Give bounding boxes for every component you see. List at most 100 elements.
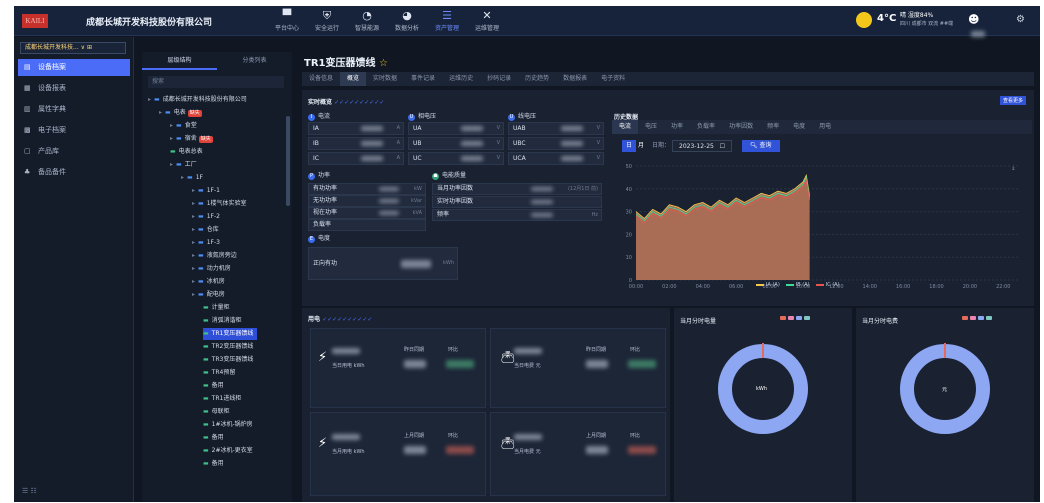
history-tab-4[interactable]: 功率因数 <box>722 120 760 134</box>
tree-node[interactable]: ▸ ▬ 配电房 <box>192 289 225 301</box>
day-button[interactable]: 日 <box>622 140 637 152</box>
tree-node[interactable]: ▸ ▬ 电表 缺失 <box>159 107 202 119</box>
legend-item[interactable]: IA (A) <box>756 282 780 288</box>
tree-node[interactable]: ▬ 备用 <box>203 432 224 444</box>
tree-node[interactable]: ▸ ▬ 1F-3 <box>192 237 220 249</box>
device-icon: ▬ <box>203 395 209 402</box>
history-tab-3[interactable]: 负载率 <box>690 120 722 134</box>
legend-item[interactable]: IC (A) <box>815 282 840 288</box>
caret-icon[interactable]: ▸ <box>192 187 195 194</box>
caret-icon[interactable]: ▸ <box>170 122 173 129</box>
nav-pie[interactable]: ◕ 数据分析 <box>390 9 424 32</box>
collapse-icon[interactable]: ☰ ☷ <box>22 487 37 495</box>
caret-icon[interactable]: ▸ <box>192 239 195 246</box>
tree-node[interactable]: ▸ ▬ 液氮房旁边 <box>192 250 237 262</box>
tree-node[interactable]: ▬ 1#冰机-锅炉房 <box>203 419 253 431</box>
caret-icon[interactable]: ▸ <box>170 135 173 142</box>
nav-shield[interactable]: ⛨ 安全运行 <box>310 9 344 32</box>
tab-main-3[interactable]: 事件记录 <box>404 72 442 86</box>
tab-main-7[interactable]: 数据报表 <box>556 72 594 86</box>
caret-icon[interactable]: ▸ <box>192 291 195 298</box>
spare-parts-icon: ♣ <box>24 168 31 176</box>
caret-icon[interactable]: ▸ <box>181 174 184 181</box>
view-more-link[interactable]: 查看更多 <box>1000 96 1027 105</box>
folder-icon: ▬ <box>198 252 204 259</box>
sidebar-item-spare-parts[interactable]: ♣ 备品备件 <box>18 164 130 181</box>
ratio-label-4: 环比 <box>630 433 641 439</box>
nav-database[interactable]: ☰ 资产管理 <box>430 9 464 32</box>
caret-icon[interactable]: ▸ <box>192 200 195 207</box>
sidebar-item-device-report[interactable]: ▦ 设备报表 <box>18 80 130 97</box>
sidebar-item-e-archive[interactable]: ▩ 电子档案 <box>18 122 130 139</box>
settings-icon[interactable]: ⚙ <box>1016 14 1025 25</box>
tree-node[interactable]: ▬ 计量柜 <box>203 302 230 314</box>
caret-icon[interactable]: ▸ <box>192 265 195 272</box>
tree-scrollbar[interactable] <box>286 116 290 206</box>
history-tab-2[interactable]: 功率 <box>664 120 690 134</box>
caret-icon[interactable]: ▸ <box>192 213 195 220</box>
tree-node[interactable]: ▸ ▬ 1F-1 <box>192 185 220 197</box>
tree-node[interactable]: ▸ ▬ 1楼气体实验室 <box>192 198 247 210</box>
tree-node[interactable]: ▬ 2#冰机-更衣室 <box>203 445 253 457</box>
month-button[interactable]: 月 <box>638 140 644 152</box>
tab-main-1[interactable]: 概览 <box>340 72 367 86</box>
caret-icon[interactable]: ▸ <box>192 226 195 233</box>
tab-main-4[interactable]: 运维历史 <box>442 72 480 86</box>
tree-node[interactable]: ▸ ▬ 1F-2 <box>192 211 220 223</box>
legend-item[interactable]: IB (A) <box>785 282 810 288</box>
query-button[interactable]: 🔍︎ 查询 <box>742 140 780 152</box>
company-name: 成都长城开发科技股份有限公司 <box>86 18 213 28</box>
tree-node[interactable]: ▬ TR4预留 <box>203 367 235 379</box>
caret-icon[interactable]: ▸ <box>192 278 195 285</box>
folder-icon: ▬ <box>198 187 204 194</box>
tree-node[interactable]: ▸ ▬ 仓库 <box>192 224 219 236</box>
tree-node[interactable]: ▸ ▬ 1F <box>181 172 203 184</box>
sidebar-item-product-lib[interactable]: ▢ 产品库 <box>18 143 130 160</box>
nav-tools[interactable]: ✕ 运维管理 <box>470 9 504 32</box>
tree-node[interactable]: ▸ ▬ 动力机房 <box>192 263 231 275</box>
history-tab-1[interactable]: 电压 <box>638 120 664 134</box>
sidebar-item-attribute-dict[interactable]: ▥ 属性字典 <box>18 101 130 118</box>
tree-node[interactable]: ▸ ▬ 宿舍 缺失 <box>170 133 213 145</box>
tab-hierarchy[interactable]: 层级结构 <box>142 52 217 70</box>
folder-icon: ▬ <box>154 96 160 103</box>
caret-icon[interactable]: ▸ <box>192 252 195 259</box>
tab-category-list[interactable]: 分类列表 <box>217 52 292 70</box>
sidebar-item-device-archive[interactable]: ▤ 设备档案 <box>18 59 130 76</box>
tree-node[interactable]: ▬ 消弧消谐柜 <box>203 315 242 327</box>
tab-main-5[interactable]: 抄码记录 <box>480 72 518 86</box>
tree-node[interactable]: ▸ ▬ 工厂 <box>170 159 197 171</box>
tree-node[interactable]: ▬ 电表总表 <box>170 146 203 158</box>
tree-node[interactable]: ▸ ▬ 食堂 <box>170 120 197 132</box>
tab-main-8[interactable]: 电子资料 <box>594 72 632 86</box>
org-selector[interactable]: 成都长城开发科技... ∨ ⊞ <box>20 42 126 54</box>
tab-main-2[interactable]: 实时数据 <box>366 72 404 86</box>
history-tab-5[interactable]: 频率 <box>760 120 786 134</box>
tree-node[interactable]: ▬ 备用 <box>203 458 224 470</box>
nav-monitor[interactable]: ▀ 平台中心 <box>270 9 304 32</box>
page-title: TR1变压器馈线 ☆ <box>304 58 388 69</box>
donut2-center: 元 <box>942 387 948 393</box>
avatar-icon[interactable]: ☻ <box>968 13 985 37</box>
tab-main-0[interactable]: 设备信息 <box>302 72 340 86</box>
tree-node[interactable]: ▬ 母联柜 <box>203 406 230 418</box>
tree-node[interactable]: ▸ ▬ 冰机房 <box>192 276 225 288</box>
tree-node[interactable]: ▬ TR1变压器馈线 <box>203 328 258 340</box>
history-tab-6[interactable]: 电度 <box>786 120 812 134</box>
tree-node[interactable]: ▬ TR1进线柜 <box>203 393 241 405</box>
date-picker[interactable]: 2023-12-25 ☐ <box>672 140 732 152</box>
tree-node[interactable]: ▬ TR2变压器馈线 <box>203 341 253 353</box>
tree-node[interactable]: ▬ 备用 <box>203 380 224 392</box>
star-icon[interactable]: ☆ <box>379 58 388 69</box>
caret-icon[interactable]: ▸ <box>148 96 151 103</box>
tab-main-6[interactable]: 历史趋势 <box>518 72 556 86</box>
tree-node[interactable]: ▬ TR3变压器馈线 <box>203 354 253 366</box>
caret-icon[interactable]: ▸ <box>159 109 162 116</box>
tree-search-input[interactable]: 搜索 <box>148 76 284 88</box>
nav-gauge[interactable]: ◔ 智慧能源 <box>350 9 384 32</box>
date-label: 日期： <box>652 142 671 149</box>
history-tab-0[interactable]: 电流 <box>612 120 639 134</box>
history-tab-7[interactable]: 用电 <box>812 120 838 134</box>
tree-node[interactable]: ▸ ▬ 成都长城开发科技股份有限公司 <box>148 94 247 106</box>
caret-icon[interactable]: ▸ <box>170 161 173 168</box>
